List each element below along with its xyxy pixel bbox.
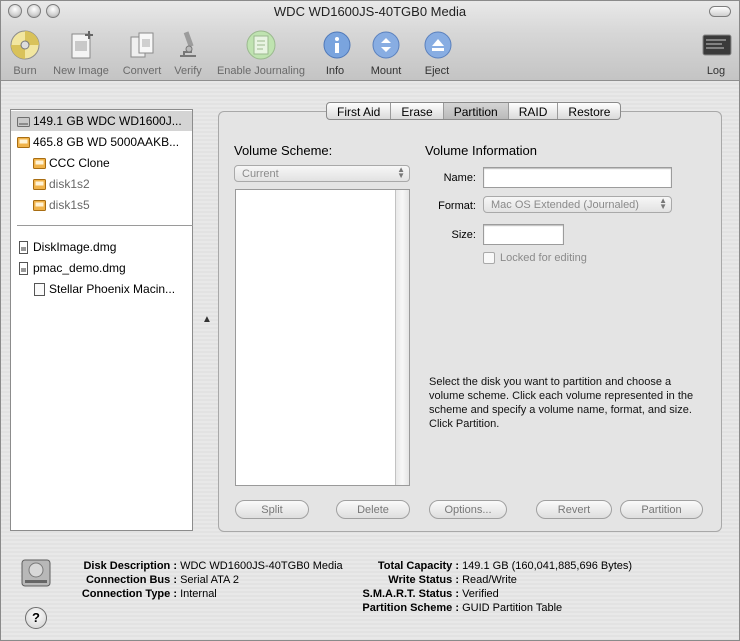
- toolbar-log-button[interactable]: Log: [701, 29, 732, 77]
- mounted-image-icon: [34, 282, 45, 296]
- function-tabs: First Aid Erase Partition RAID Restore: [326, 102, 622, 120]
- sidebar-item-internal-disk[interactable]: 149.1 GB WDC WD1600J...: [11, 111, 192, 131]
- dmg-file-icon: [19, 240, 28, 254]
- delete-button[interactable]: Delete: [336, 500, 410, 519]
- sidebar-item-diskimage-dmg[interactable]: DiskImage.dmg: [11, 237, 192, 257]
- smart-status-row: S.M.A.R.T. Status : Verified: [362, 588, 499, 600]
- selected-disk-icon: [21, 559, 51, 587]
- toolbar-enable-journaling-button[interactable]: Enable Journaling: [214, 29, 308, 77]
- size-label: Size:: [451, 229, 476, 241]
- tab-raid[interactable]: RAID: [509, 103, 559, 119]
- scheme-scrollbar[interactable]: [395, 190, 409, 485]
- sidebar-item-disk1s2[interactable]: disk1s2: [11, 174, 192, 194]
- volume-scheme-select[interactable]: Current ▲ ▼: [234, 165, 410, 182]
- volume-name-field[interactable]: [483, 167, 672, 188]
- log-icon: [702, 34, 732, 56]
- volume-scheme-title: Volume Scheme:: [234, 143, 333, 158]
- sidebar-item-pmac-demo-dmg[interactable]: pmac_demo.dmg: [11, 258, 192, 278]
- locked-label: Locked for editing: [500, 252, 587, 264]
- partition-button[interactable]: Partition: [620, 500, 703, 519]
- volume-icon: [33, 157, 46, 169]
- revert-button[interactable]: Revert: [536, 500, 612, 519]
- options-button[interactable]: Options...: [429, 500, 507, 519]
- convert-icon: [130, 32, 154, 58]
- partition-scheme-row: Partition Scheme : GUID Partition Table: [362, 602, 563, 614]
- sidebar-item-ccc-clone[interactable]: CCC Clone: [11, 153, 192, 173]
- volume-scheme-value: Current: [242, 168, 279, 180]
- partition-help-text: Select the disk you want to partition an…: [429, 376, 694, 430]
- internal-disk-icon: [17, 116, 30, 127]
- title-toolbar: WDC WD1600JS-40TGB0 Media Burn New Image: [1, 1, 739, 81]
- disk-utility-window: WDC WD1600JS-40TGB0 Media Burn New Image: [0, 0, 740, 641]
- select-arrows-icon: ▲ ▼: [659, 196, 667, 211]
- eject-icon: [424, 31, 452, 59]
- select-arrows-icon: ▲ ▼: [397, 165, 405, 180]
- tab-restore[interactable]: Restore: [558, 103, 620, 119]
- window-title: WDC WD1600JS-40TGB0 Media: [273, 4, 467, 19]
- format-select[interactable]: Mac OS Extended (Journaled) ▲ ▼: [483, 196, 672, 213]
- external-disk-icon: [17, 136, 30, 148]
- toolbar-toggle-button[interactable]: [709, 6, 731, 17]
- sidebar-separator: [17, 225, 193, 226]
- tab-erase[interactable]: Erase: [391, 103, 444, 119]
- name-label: Name:: [443, 172, 476, 184]
- volume-icon: [33, 178, 46, 190]
- volume-scheme-view[interactable]: [235, 189, 410, 486]
- new-image-icon: [71, 31, 93, 59]
- locked-checkbox[interactable]: [483, 252, 495, 264]
- journaling-icon: [246, 30, 276, 60]
- format-label: Format:: [438, 200, 476, 212]
- volume-info-title: Volume Information: [425, 143, 538, 158]
- verify-microscope-icon: [180, 31, 196, 57]
- format-value: Mac OS Extended (Journaled): [491, 199, 639, 211]
- toolbar-eject-button[interactable]: Eject: [422, 29, 452, 77]
- mount-icon: [372, 31, 400, 59]
- locked-for-editing-row[interactable]: Locked for editing: [483, 252, 587, 264]
- volume-icon: [33, 199, 46, 211]
- tab-first-aid[interactable]: First Aid: [327, 103, 392, 119]
- toolbar-burn-button[interactable]: Burn: [9, 29, 41, 77]
- tab-partition[interactable]: Partition: [443, 103, 509, 119]
- toolbar-info-button[interactable]: Info: [321, 29, 351, 77]
- toolbar-new-image-button[interactable]: New Image: [51, 29, 111, 77]
- split-button[interactable]: Split: [235, 500, 309, 519]
- toolbar-mount-button[interactable]: Mount: [367, 29, 405, 77]
- sidebar-item-stellar-phoenix[interactable]: Stellar Phoenix Macin...: [11, 279, 192, 299]
- sidebar-item-external-disk[interactable]: 465.8 GB WD 5000AAKB...: [11, 132, 192, 152]
- write-status-row: Write Status : Read/Write: [388, 574, 517, 586]
- connection-type-row: Connection Type : Internal: [81, 588, 217, 600]
- sidebar-item-disk1s5[interactable]: disk1s5: [11, 195, 192, 215]
- disk-list-sidebar[interactable]: 149.1 GB WDC WD1600J... 465.8 GB WD 5000…: [10, 109, 193, 531]
- toolbar-convert-button[interactable]: Convert: [120, 29, 164, 77]
- info-icon: [323, 31, 351, 59]
- disk-description-row: Disk Description : WDC WD1600JS-40TGB0 M…: [83, 560, 343, 572]
- connection-bus-row: Connection Bus : Serial ATA 2: [85, 574, 239, 586]
- help-button[interactable]: ?: [25, 607, 47, 629]
- splitter-handle[interactable]: ▲: [202, 314, 212, 325]
- dmg-file-icon: [19, 261, 28, 275]
- burn-icon: [10, 30, 40, 60]
- volume-size-field[interactable]: [483, 224, 564, 245]
- total-capacity-row: Total Capacity : 149.1 GB (160,041,885,6…: [377, 560, 633, 572]
- toolbar-verify-button[interactable]: Verify: [171, 29, 205, 77]
